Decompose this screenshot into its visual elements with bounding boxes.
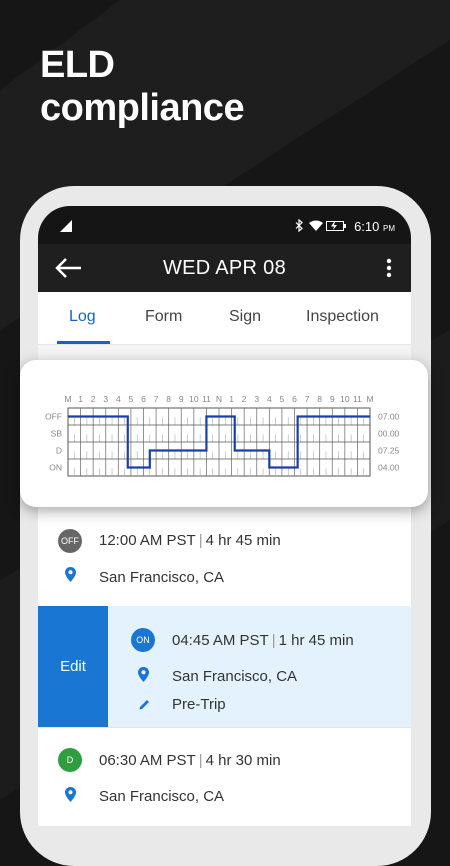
log-entry-3-duration: 4 hr 30 min <box>205 752 281 769</box>
bluetooth-icon <box>295 219 303 232</box>
hour-tick-label: 11 <box>202 394 211 404</box>
status-total-label: 04.00 <box>378 463 400 473</box>
log-entry-2-header: 04:45 AM PST | 1 hr 45 min <box>172 632 354 649</box>
status-total-label: 07.25 <box>378 446 400 456</box>
log-entry-2[interactable]: Edit ON 04:45 AM PST | 1 hr 45 min San Fra… <box>38 606 411 727</box>
hour-tick-label: 3 <box>254 394 259 404</box>
headline: ELD compliance <box>40 44 245 130</box>
headline-line-1: ELD <box>40 44 115 86</box>
hour-tick-label: N <box>216 394 222 404</box>
hour-tick-label: 5 <box>129 394 134 404</box>
status-time-ampm: PM <box>383 224 395 233</box>
duty-status-chart-card: M 1 2 3 4 5 6 7 8 9 10 11 N 1 2 3 4 5 6 7 8 9 10 11 M OFF SB D ON 07.… <box>20 360 428 507</box>
hour-tick-label: 7 <box>305 394 310 404</box>
status-row-label: OFF <box>45 412 62 422</box>
hour-tick-label: 11 <box>353 394 362 404</box>
hour-tick-label: 10 <box>189 394 199 404</box>
hour-tick-label: 7 <box>154 394 159 404</box>
log-entry-2-time: 04:45 AM PST <box>172 632 269 649</box>
tab-inspection[interactable]: Inspection <box>306 308 379 326</box>
headline-line-2: compliance <box>40 87 245 129</box>
log-entry-3-location: San Francisco, CA <box>99 788 225 805</box>
log-entry-1[interactable]: 12:00 AM PST | 4 hr 45 min <box>99 532 281 549</box>
hour-tick-label: M <box>366 394 373 404</box>
app-bar: WED APR 08 <box>38 244 411 292</box>
hour-tick-label: 4 <box>116 394 121 404</box>
divider <box>38 727 411 728</box>
battery-icon <box>326 221 346 231</box>
hour-tick-label: 4 <box>267 394 272 404</box>
hour-tick-label: 6 <box>141 394 146 404</box>
location-pin-icon <box>65 567 76 582</box>
status-total-label: 07.00 <box>378 412 400 422</box>
tab-sign[interactable]: Sign <box>229 308 261 326</box>
wifi-icon <box>309 220 323 231</box>
active-tab-indicator <box>57 341 110 344</box>
status-badge-off: OFF <box>58 529 82 553</box>
more-vert-icon[interactable] <box>386 258 392 278</box>
hour-tick-label: 8 <box>166 394 171 404</box>
tab-form[interactable]: Form <box>145 308 182 326</box>
status-bar: 6:10 PM <box>38 206 411 244</box>
phone-screen: 6:10 PM WED APR 08 Log Form Sign Inspect… <box>38 206 411 826</box>
status-row-label: SB <box>51 429 63 439</box>
log-entry-1-time: 12:00 AM PST <box>99 532 196 549</box>
edit-button[interactable]: Edit <box>38 606 108 727</box>
log-entry-3[interactable]: 06:30 AM PST | 4 hr 30 min <box>99 752 281 769</box>
log-entry-3-time: 06:30 AM PST <box>99 752 196 769</box>
hour-tick-label: 9 <box>179 394 184 404</box>
log-entry-1-location: San Francisco, CA <box>99 569 225 586</box>
hour-tick-label: 5 <box>280 394 285 404</box>
hour-tick-label: M <box>64 394 71 404</box>
page-title: WED APR 08 <box>162 257 287 279</box>
log-entry-2-note: Pre-Trip <box>172 696 226 713</box>
hour-tick-label: 9 <box>330 394 335 404</box>
hour-tick-label: 2 <box>242 394 247 404</box>
status-badge-on: ON <box>131 628 155 652</box>
location-pin-icon <box>138 667 149 682</box>
hour-tick-label: 6 <box>292 394 297 404</box>
log-entry-2-location: San Francisco, CA <box>172 668 298 685</box>
status-row-label: D <box>56 446 62 456</box>
status-time-value: 6:10 <box>354 219 380 234</box>
pencil-icon <box>139 700 149 710</box>
log-entry-2-duration: 1 hr 45 min <box>278 632 354 649</box>
duty-status-chart: M 1 2 3 4 5 6 7 8 9 10 11 N 1 2 3 4 5 6 7 8 9 10 11 MOFFSBDON07.… <box>45 394 400 477</box>
tab-log[interactable]: Log <box>69 308 96 326</box>
hour-tick-label: 2 <box>91 394 96 404</box>
log-entry-1-duration: 4 hr 45 min <box>205 532 281 549</box>
hour-tick-label: 1 <box>78 394 83 404</box>
signal-icon <box>60 220 72 232</box>
status-total-label: 00.00 <box>378 429 400 439</box>
hour-tick-label: 10 <box>340 394 350 404</box>
hour-tick-label: 3 <box>103 394 108 404</box>
tab-bar: Log Form Sign Inspection <box>38 292 411 345</box>
hour-tick-label: 1 <box>229 394 234 404</box>
status-time: 6:10 PM <box>354 219 395 234</box>
status-row-label: ON <box>49 463 62 473</box>
status-badge-d: D <box>58 748 82 772</box>
hour-tick-label: 8 <box>317 394 322 404</box>
